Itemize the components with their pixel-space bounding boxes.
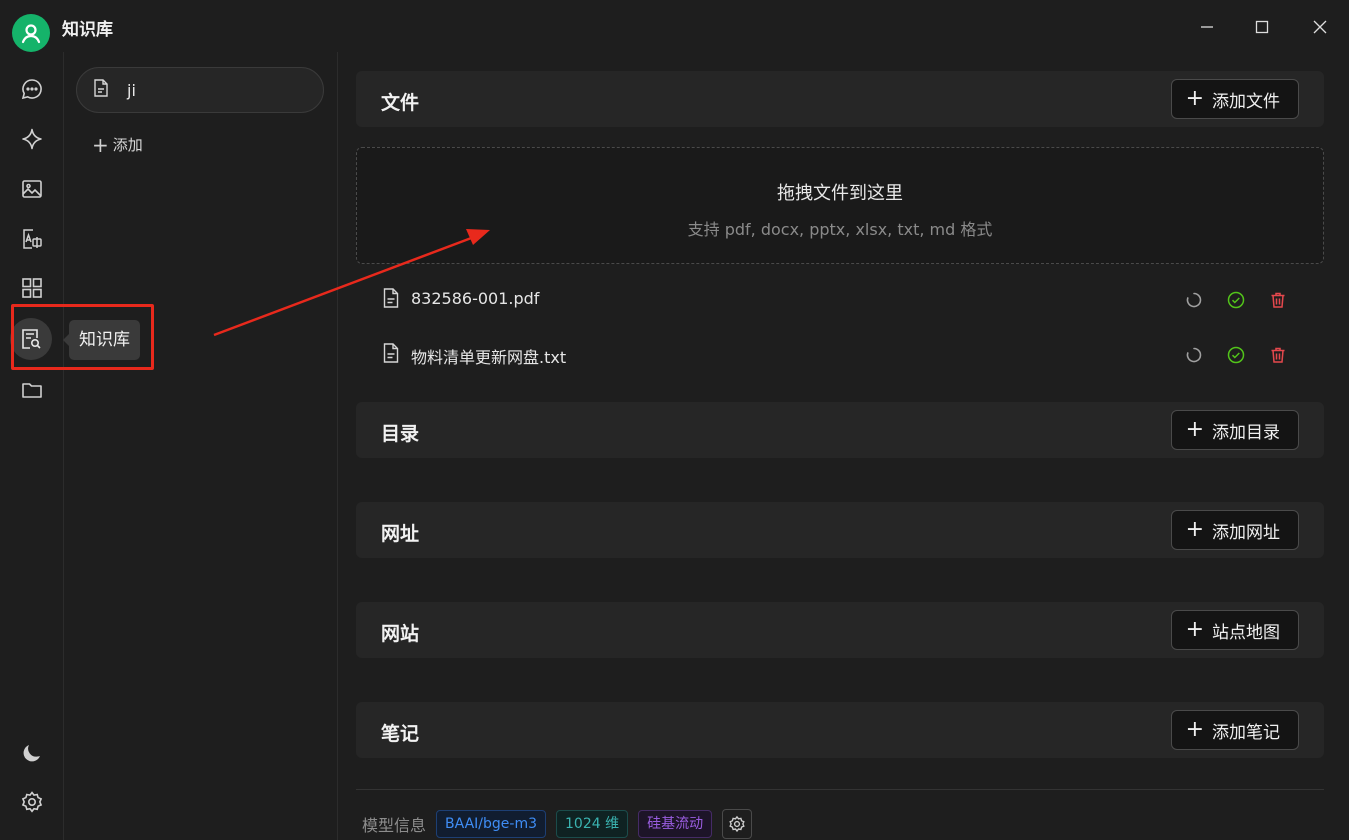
directories-section-header: 目录 + 添加目录 bbox=[356, 402, 1324, 458]
refresh-icon[interactable] bbox=[1183, 289, 1205, 311]
add-directory-label: 添加目录 bbox=[1212, 422, 1280, 443]
model-tag: BAAI/bge-m3 bbox=[436, 810, 546, 838]
title-bar: 知识库 bbox=[0, 0, 1349, 52]
websites-section-header: 网站 + 站点地图 bbox=[356, 602, 1324, 658]
file-row: 832586-001.pdf bbox=[356, 276, 1324, 324]
trash-icon[interactable] bbox=[1267, 289, 1289, 311]
icon-rail bbox=[0, 52, 64, 840]
image-icon[interactable] bbox=[14, 171, 50, 207]
section-title: 笔记 bbox=[381, 723, 420, 745]
dropzone-title: 拖拽文件到这里 bbox=[777, 183, 903, 204]
footer-divider bbox=[356, 789, 1324, 790]
section-title: 网站 bbox=[381, 623, 420, 645]
plus-icon: + bbox=[1185, 417, 1204, 442]
translate-icon[interactable] bbox=[14, 221, 50, 257]
section-title: 目录 bbox=[381, 423, 420, 445]
moon-icon[interactable] bbox=[14, 735, 50, 771]
plus-icon: + bbox=[1185, 517, 1204, 542]
minimize-icon[interactable] bbox=[1192, 12, 1222, 42]
kb-list-item[interactable]: ji bbox=[76, 67, 324, 113]
add-kb-button[interactable]: + 添加 bbox=[92, 134, 143, 155]
add-file-label: 添加文件 bbox=[1212, 91, 1280, 112]
sitemap-button[interactable]: + 站点地图 bbox=[1170, 610, 1299, 650]
document-icon bbox=[383, 288, 399, 312]
refresh-icon[interactable] bbox=[1183, 344, 1205, 366]
notes-section-header: 笔记 + 添加笔记 bbox=[356, 702, 1324, 758]
add-note-button[interactable]: + 添加笔记 bbox=[1170, 710, 1299, 750]
files-section-header: 文件 + 添加文件 bbox=[356, 71, 1324, 127]
plus-icon: + bbox=[1185, 617, 1204, 642]
add-file-button[interactable]: + 添加文件 bbox=[1170, 79, 1299, 119]
plus-icon: + bbox=[1185, 717, 1204, 742]
model-settings-icon[interactable] bbox=[722, 809, 753, 839]
knowledge-base-list: ji + 添加 bbox=[64, 52, 338, 840]
kb-item-label: ji bbox=[127, 80, 136, 100]
highlight-box bbox=[11, 304, 154, 370]
app-title: 知识库 bbox=[62, 20, 113, 40]
check-circle-icon[interactable] bbox=[1225, 344, 1247, 366]
provider-tag: 硅基流动 bbox=[638, 810, 713, 838]
dropzone-subtitle: 支持 pdf, docx, pptx, xlsx, txt, md 格式 bbox=[687, 220, 993, 239]
apps-grid-icon[interactable] bbox=[14, 270, 50, 306]
check-circle-icon[interactable] bbox=[1225, 289, 1247, 311]
file-dropzone[interactable]: 拖拽文件到这里 支持 pdf, docx, pptx, xlsx, txt, m… bbox=[356, 147, 1324, 264]
maximize-icon[interactable] bbox=[1247, 12, 1277, 42]
folder-icon[interactable] bbox=[14, 372, 50, 408]
dimension-tag: 1024 维 bbox=[556, 810, 629, 838]
close-icon[interactable] bbox=[1305, 12, 1335, 42]
add-note-label: 添加笔记 bbox=[1212, 722, 1280, 743]
section-title: 网址 bbox=[381, 523, 420, 545]
file-name[interactable]: 物料清单更新网盘.txt bbox=[411, 344, 566, 368]
chat-icon[interactable] bbox=[14, 71, 50, 107]
document-icon bbox=[93, 79, 109, 101]
urls-section-header: 网址 + 添加网址 bbox=[356, 502, 1324, 558]
model-info-footer: 模型信息 BAAI/bge-m3 1024 维 硅基流动 bbox=[362, 809, 753, 839]
add-directory-button[interactable]: + 添加目录 bbox=[1170, 410, 1299, 450]
trash-icon[interactable] bbox=[1267, 344, 1289, 366]
model-info-label: 模型信息 bbox=[362, 816, 427, 835]
user-avatar-icon[interactable] bbox=[12, 14, 50, 52]
section-title: 文件 bbox=[381, 92, 420, 114]
main-content: 文件 + 添加文件 拖拽文件到这里 支持 pdf, docx, pptx, xl… bbox=[339, 52, 1349, 840]
add-kb-label: 添加 bbox=[112, 136, 143, 154]
settings-icon[interactable] bbox=[14, 784, 50, 820]
document-icon bbox=[383, 343, 399, 367]
file-row: 物料清单更新网盘.txt bbox=[356, 331, 1324, 379]
sparkle-icon[interactable] bbox=[14, 121, 50, 157]
sitemap-label: 站点地图 bbox=[1212, 622, 1280, 643]
plus-icon: + bbox=[92, 132, 109, 157]
file-name[interactable]: 832586-001.pdf bbox=[411, 289, 539, 308]
add-url-button[interactable]: + 添加网址 bbox=[1170, 510, 1299, 550]
plus-icon: + bbox=[1185, 86, 1204, 111]
add-url-label: 添加网址 bbox=[1212, 522, 1280, 543]
